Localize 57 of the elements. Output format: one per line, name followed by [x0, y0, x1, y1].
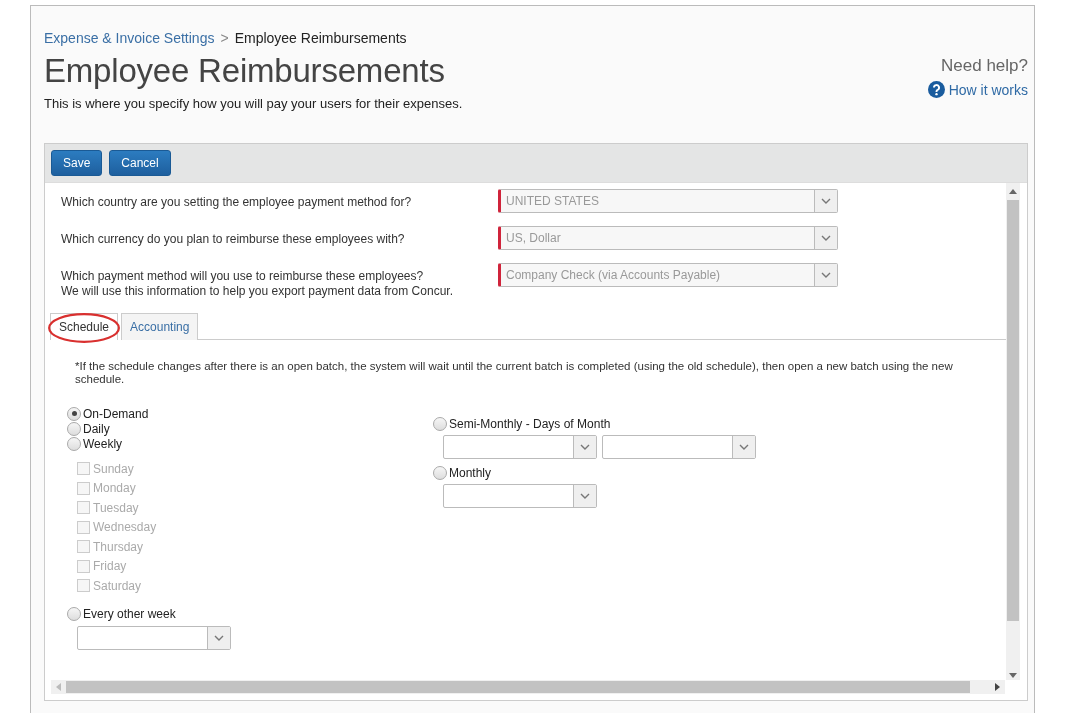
radio-button[interactable]: [433, 465, 447, 480]
radio-button[interactable]: [67, 406, 81, 421]
chevron-icon: [821, 235, 831, 241]
vertical-scrollbar[interactable]: [1006, 183, 1020, 680]
dropdown[interactable]: [443, 484, 597, 508]
question-label: Which country are you setting the employee payment method for?: [61, 194, 413, 210]
radio-label: Weekly: [83, 436, 123, 451]
radio-button[interactable]: [67, 436, 81, 451]
radio-button[interactable]: [67, 421, 81, 436]
radio-label: Every other week: [83, 607, 176, 621]
page-subtitle: This is where you specify how you will pay your users for their expenses.: [44, 96, 463, 111]
breadcrumb-separator: >: [220, 30, 229, 46]
radio-button[interactable]: [67, 607, 81, 621]
checkbox-label: Friday: [93, 559, 127, 574]
schedule-note: *If the schedule changes after there is an open batch, the system will wait until the current batch is completed (using the old schedule), then open a new batch using the new schedule.: [75, 360, 954, 386]
question-label: Which currency do you plan to reimburse these employees with?: [61, 231, 406, 247]
dropdown[interactable]: [77, 625, 231, 650]
chevron-icon: [821, 198, 831, 204]
save-button[interactable]: Save: [51, 150, 103, 176]
breadcrumb-link[interactable]: Expense & Invoice Settings: [44, 30, 215, 46]
checkbox-label: Saturday: [93, 578, 142, 593]
dropdown[interactable]: Company Check (via Accounts Payable): [498, 263, 838, 287]
radio-label: On-Demand: [83, 406, 149, 421]
help-heading: Need help?: [940, 56, 1028, 76]
chevron-icon: [580, 444, 590, 450]
chevron-icon: [739, 444, 749, 450]
scroll-right-icon[interactable]: [995, 683, 1000, 691]
breadcrumb-current: Employee Reimbursements: [234, 30, 407, 46]
scroll-down-icon[interactable]: [1009, 673, 1017, 678]
scrollbar-thumb[interactable]: [1007, 200, 1019, 621]
checkbox-label: Sunday: [93, 461, 134, 476]
chevron-icon: [214, 634, 224, 641]
help-link[interactable]: How it works: [948, 81, 1028, 98]
dropdown[interactable]: [443, 435, 597, 459]
checkbox-label: Monday: [93, 481, 136, 496]
dropdown[interactable]: US, Dollar: [498, 226, 838, 250]
horizontal-scrollbar[interactable]: [51, 680, 1005, 694]
radio-label: Daily: [83, 421, 110, 436]
chevron-icon: [580, 493, 590, 499]
dropdown[interactable]: UNITED STATES: [498, 189, 838, 213]
radio-label: Monthly: [449, 465, 492, 480]
page-title: Employee Reimbursements: [44, 52, 446, 90]
scrollbar-thumb[interactable]: [66, 681, 970, 693]
question-label: Which payment method will you use to reimburse these employees? We will use this information to help you export payment data from Concur.: [61, 268, 454, 299]
dropdown[interactable]: [602, 435, 756, 459]
chevron-icon: [821, 272, 831, 278]
radio-label: Semi-Monthly - Days of Month: [449, 416, 611, 431]
tab[interactable]: Accounting: [121, 313, 199, 340]
scroll-left-icon[interactable]: [56, 683, 61, 691]
help-icon[interactable]: [927, 81, 945, 98]
scroll-up-icon[interactable]: [1009, 189, 1017, 194]
tab[interactable]: Schedule: [50, 313, 119, 340]
checkbox-label: Tuesday: [93, 500, 139, 515]
checkbox-label: Thursday: [93, 539, 144, 554]
cancel-button[interactable]: Cancel: [109, 150, 171, 176]
checkbox-label: Wednesday: [93, 520, 157, 535]
radio-button[interactable]: [433, 416, 447, 431]
